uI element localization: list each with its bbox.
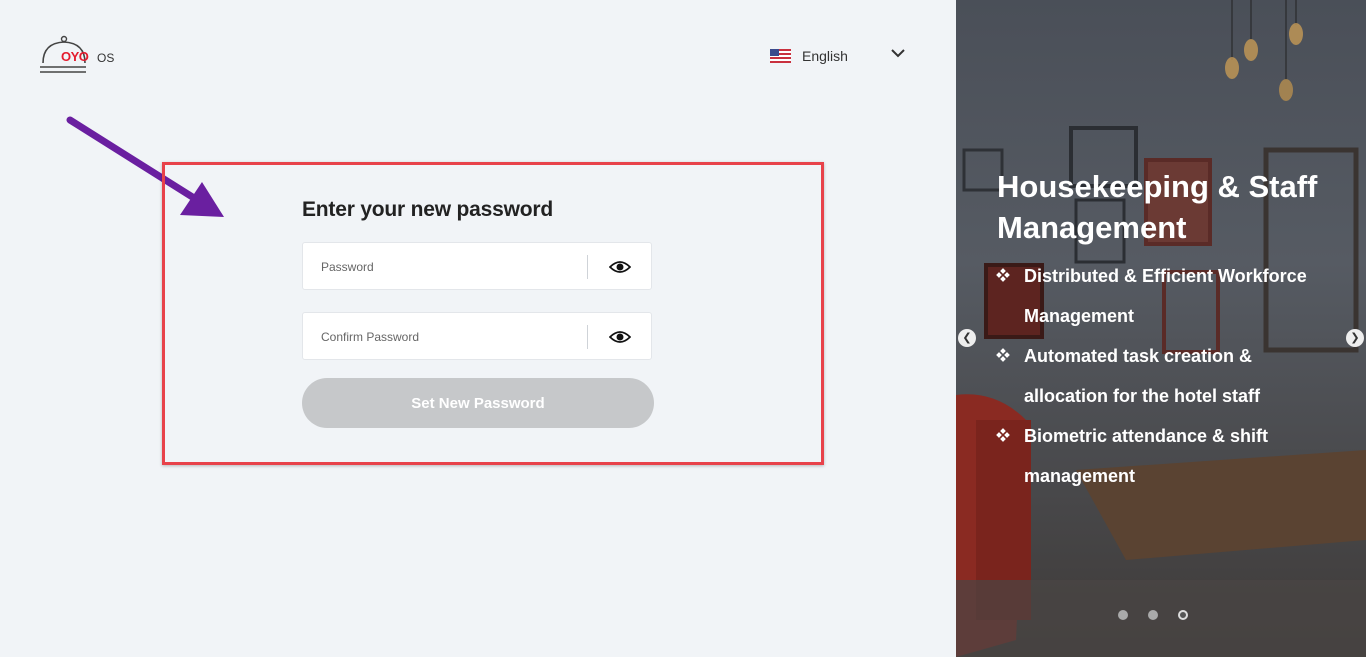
list-item: Distributed & Efficient Workforce Manage… [994,256,1334,336]
carousel-dot-active[interactable] [1178,610,1188,620]
feature-text: Automated task creation & allocation for… [1024,346,1261,406]
password-input[interactable] [319,243,583,291]
us-flag-icon [770,49,791,63]
confirm-password-field[interactable] [302,312,652,361]
language-selector[interactable]: English [770,44,910,68]
set-new-password-button[interactable]: Set New Password [302,378,654,428]
feature-list: Distributed & Efficient Workforce Manage… [994,256,1334,496]
list-item: Automated task creation & allocation for… [994,336,1334,416]
carousel-title: Housekeeping & Staff Management [997,169,1318,245]
eye-icon[interactable] [609,329,631,345]
feature-text: Distributed & Efficient Workforce Manage… [1024,266,1307,326]
carousel-dot[interactable] [1148,610,1158,620]
confirm-password-input[interactable] [319,313,583,361]
diamond-bullet-icon [996,348,1010,362]
list-item: Biometric attendance & shift management [994,416,1334,496]
logo-suffix-text: OS [97,51,115,65]
diamond-bullet-icon [996,428,1010,442]
chevron-down-icon[interactable] [890,47,906,59]
password-field[interactable] [302,242,652,291]
carousel-next-button[interactable]: ❯ [1346,329,1364,347]
field-divider [587,325,588,349]
chevron-left-icon: ❮ [962,331,972,344]
feature-text: Biometric attendance & shift management [1024,426,1269,486]
login-pane: OYO OS English Enter your new password S… [0,0,956,657]
field-divider [587,255,588,279]
feature-carousel: Housekeeping & Staff Management Distribu… [956,0,1366,657]
carousel-dot[interactable] [1118,610,1128,620]
eye-icon[interactable] [609,259,631,275]
oyo-os-logo: OYO OS [39,35,119,77]
carousel-prev-button[interactable]: ❮ [958,329,976,347]
chevron-right-icon: ❯ [1350,331,1360,344]
carousel-dots [1118,610,1188,620]
logo-brand-text: OYO [61,49,89,64]
language-label: English [802,48,848,64]
diamond-bullet-icon [996,268,1010,282]
page-title: Enter your new password [302,198,553,221]
